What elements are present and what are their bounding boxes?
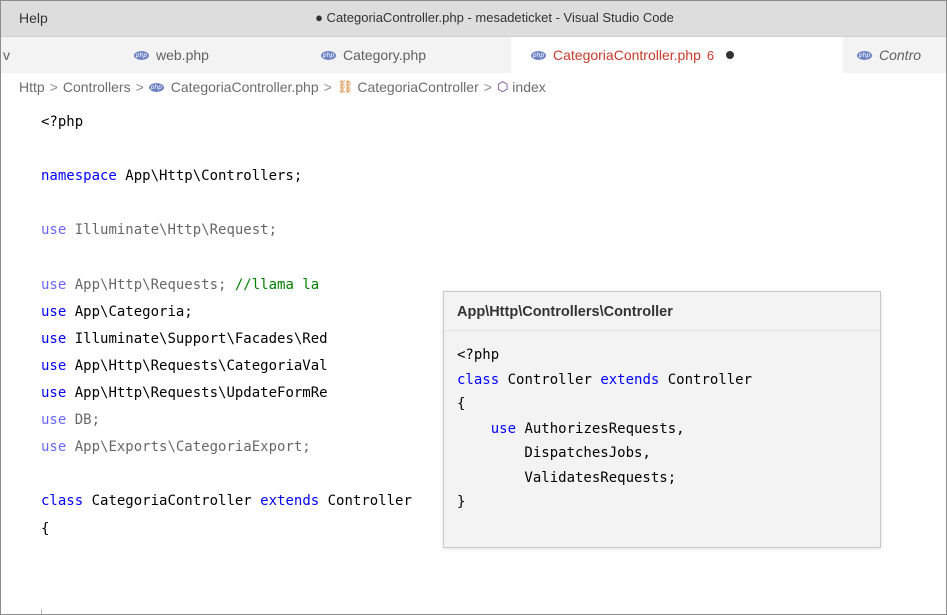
code-text: Illuminate\Support\Facades\Red [66,330,328,347]
tab-label: Category.php [343,47,427,63]
code-text: App\Http\Controllers; [116,168,303,185]
code-text: AuthorizesRequests, [516,420,685,437]
breadcrumb-http[interactable]: Http [19,79,45,95]
code-keyword: class [457,371,500,388]
breadcrumb-separator: > [49,79,58,95]
code-text: { [457,396,466,412]
tab-label: v [3,47,10,63]
code-text: DispatchesJobs, [457,445,651,461]
code-text: App\Exports\CategoriaExport; [66,439,311,456]
php-file-icon: php [531,50,546,60]
vscode-window: Help ● CategoriaController.php - mesadet… [0,0,947,615]
code-text: } [457,494,466,510]
code-text: Illuminate\Http\Request; [66,222,278,239]
code-text: Controller [499,371,601,388]
hover-tooltip: App\Http\Controllers\Controller <?php cla… [443,291,881,548]
php-file-icon: php [148,82,164,92]
code-keyword: namespace [41,168,117,185]
breadcrumb-separator: > [483,79,492,95]
tab-categoriacontroller-php[interactable]: php CategoriaController.php 6 [511,37,843,73]
code-text: Controller [319,493,412,510]
code-text: <?php [457,347,500,363]
window-title: ● CategoriaController.php - mesadeticket… [315,10,674,25]
code-text: DB; [66,412,101,429]
tab-label: web.php [156,47,209,63]
code-text: App\Http\Requests; [66,276,235,293]
breadcrumb-method[interactable]: index [512,79,545,95]
hover-code-line: } [457,491,465,513]
hover-code-line: DispatchesJobs, [457,442,651,464]
code-line: use App\Http\Requests\CategoriaVal [41,355,328,377]
code-text: App\Http\Requests\CategoriaVal [66,357,328,374]
php-file-icon: php [857,50,872,60]
code-text: App\Http\Requests\UpdateFormRe [66,385,328,401]
code-keyword: extends [600,371,660,388]
code-keyword: use [41,330,67,347]
tab-label: CategoriaController.php [553,47,701,63]
code-line: use App\Http\Requests; //llama la [41,274,319,296]
tab-label: Contro [879,47,922,63]
code-line: use DB; [41,409,100,431]
title-bar: Help ● CategoriaController.php - mesadet… [1,1,946,37]
php-file-icon: php [134,50,149,60]
code-keyword: use [41,385,67,401]
code-comment: //llama la [234,276,320,293]
hover-divider [444,330,880,331]
method-symbol-icon: ⬡ [496,79,509,94]
breadcrumb-separator: > [323,79,332,95]
hover-code-line: <?php [457,344,499,366]
hover-code-line: use AuthorizesRequests, [457,418,685,440]
code-keyword: extends [260,493,320,510]
code-line: namespace App\Http\Controllers; [41,165,302,187]
code-line: use Illuminate\Support\Facades\Red [41,328,328,350]
code-line: class CategoriaController extends Contro… [41,490,412,512]
code-keyword: class [41,493,84,510]
code-text: <?php [41,114,84,130]
hover-code-line: ValidatesRequests; [457,467,676,489]
code-text: CategoriaController [83,493,261,510]
code-keyword: use [41,412,67,429]
code-keyword: use [41,303,67,320]
code-line: use App\Exports\CategoriaExport; [41,436,311,458]
breadcrumb: Http > Controllers > php CategoriaContro… [19,73,546,101]
unsaved-dot-icon[interactable] [726,51,735,59]
tab-partial-left[interactable]: v [1,37,119,73]
code-keyword: use [41,357,67,374]
code-line: { [41,518,49,540]
hover-code-line: class Controller extends Controller [457,369,752,391]
breadcrumb-separator: > [135,79,144,95]
tab-bar: v php web.php php Category.php php Categ… [1,37,946,73]
code-keyword: use [41,222,67,239]
code-keyword: use [41,276,67,293]
hover-code-line: { [457,393,465,415]
code-line: use Illuminate\Http\Request; [41,219,277,241]
code-line: use App\Categoria; [41,301,193,323]
code-text: { [41,520,50,537]
code-keyword: use [457,420,517,437]
code-text: ValidatesRequests; [457,469,677,486]
breadcrumb-file[interactable]: CategoriaController.php [171,79,319,95]
hover-title: App\Http\Controllers\Controller [457,304,673,320]
tab-category-php[interactable]: php Category.php [321,37,511,73]
php-file-icon: php [321,50,336,60]
code-keyword: use [41,439,67,456]
code-line: use App\Http\Requests\UpdateFormRe [41,382,328,404]
tab-web-php[interactable]: php web.php [134,37,304,73]
tab-controller-partial[interactable]: php Contro [843,37,946,73]
code-text: App\Categoria; [66,303,193,320]
breadcrumb-controllers[interactable]: Controllers [63,79,131,95]
class-symbol-icon: ⛓ [336,79,354,94]
code-text: Controller [659,371,753,388]
indent-guide [41,609,42,614]
code-line: <?php [41,111,83,133]
problem-count-badge: 6 [706,47,715,63]
breadcrumb-class[interactable]: CategoriaController [357,79,478,95]
